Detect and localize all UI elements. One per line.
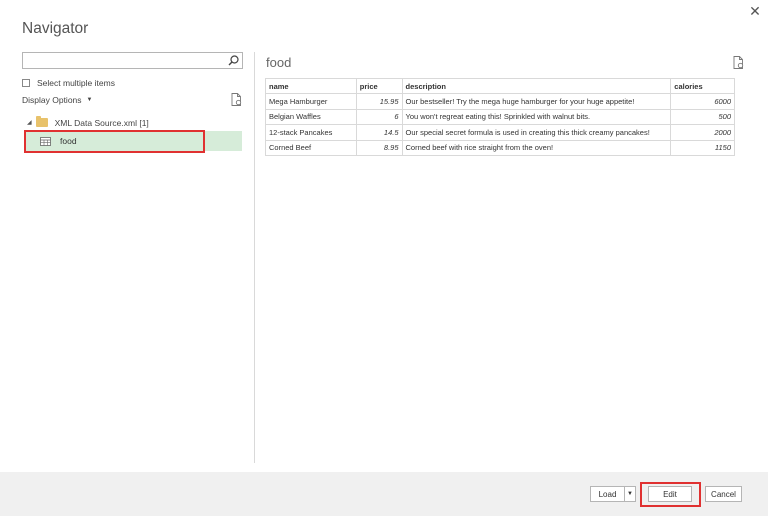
expand-triangle-icon[interactable]: ◢ [27,119,32,126]
table-row: Corned Beef 8.95 Corned beef with rice s… [265,139,735,156]
dialog-title: Navigator [22,20,89,37]
load-dropdown-button[interactable]: ▼ [625,486,636,502]
column-header[interactable]: name [265,78,357,94]
tree-node-xml-source[interactable]: ◢ XML Data Source.xml [1] [27,116,149,128]
cancel-button[interactable]: Cancel [705,486,742,502]
select-multiple-checkbox[interactable] [22,78,30,87]
table-cell: Our bestseller! Try the mega huge hambur… [401,93,672,110]
select-multiple-label: Select multiple items [37,77,115,88]
table-icon [40,136,51,146]
tree-node-label: XML Data Source.xml [1] [54,117,149,128]
table-row: Belgian Waffles 6 You won't regreat eati… [265,108,735,125]
pane-divider [254,52,255,463]
table-cell: 2000 [670,124,735,141]
table-cell: 15.95 [355,93,403,110]
table-cell: Corned Beef [265,139,357,156]
table-cell: Corned beef with rice straight from the … [401,139,672,156]
refresh-document-icon[interactable] [733,56,744,69]
refresh-document-icon[interactable] [231,93,242,106]
table-cell: 12-stack Pancakes [265,124,357,141]
table-row: Mega Hamburger 15.95 Our bestseller! Try… [265,93,735,110]
search-input[interactable] [23,55,223,71]
tree-item-food[interactable]: food [26,131,242,151]
table-cell: 8.95 [355,139,403,156]
select-multiple-row[interactable]: Select multiple items [22,77,115,88]
edit-button[interactable]: Edit [648,486,692,502]
table-cell: 6000 [670,93,735,110]
column-header[interactable]: calories [670,78,735,94]
close-icon[interactable]: ✕ [748,4,762,18]
tree-item-label: food [60,136,77,146]
search-icon[interactable] [227,54,240,67]
chevron-down-icon: ▼ [627,491,633,497]
preview-table: name price description calories Mega Ham… [265,78,735,156]
table-row: 12-stack Pancakes 14.5 Our special secre… [265,124,735,141]
table-cell: You won't regreat eating this! Sprinkled… [401,108,672,125]
table-cell: 14.5 [355,124,403,141]
table-cell: 6 [355,108,403,125]
display-options-label: Display Options [22,95,82,105]
table-cell: Belgian Waffles [265,108,357,125]
table-cell: Our special secret formula is used in cr… [401,124,672,141]
table-cell: Mega Hamburger [265,93,357,110]
load-button[interactable]: Load [590,486,625,502]
table-header-row: name price description calories [265,78,735,94]
search-field[interactable] [22,52,243,71]
column-header[interactable]: description [401,78,672,94]
chevron-down-icon: ▼ [86,97,93,103]
table-cell: 500 [670,108,735,125]
preview-title: food [266,55,292,70]
column-header[interactable]: price [355,78,403,94]
table-cell: 1150 [670,139,735,156]
folder-icon [35,116,48,127]
display-options-dropdown[interactable]: Display Options ▼ [22,95,92,105]
